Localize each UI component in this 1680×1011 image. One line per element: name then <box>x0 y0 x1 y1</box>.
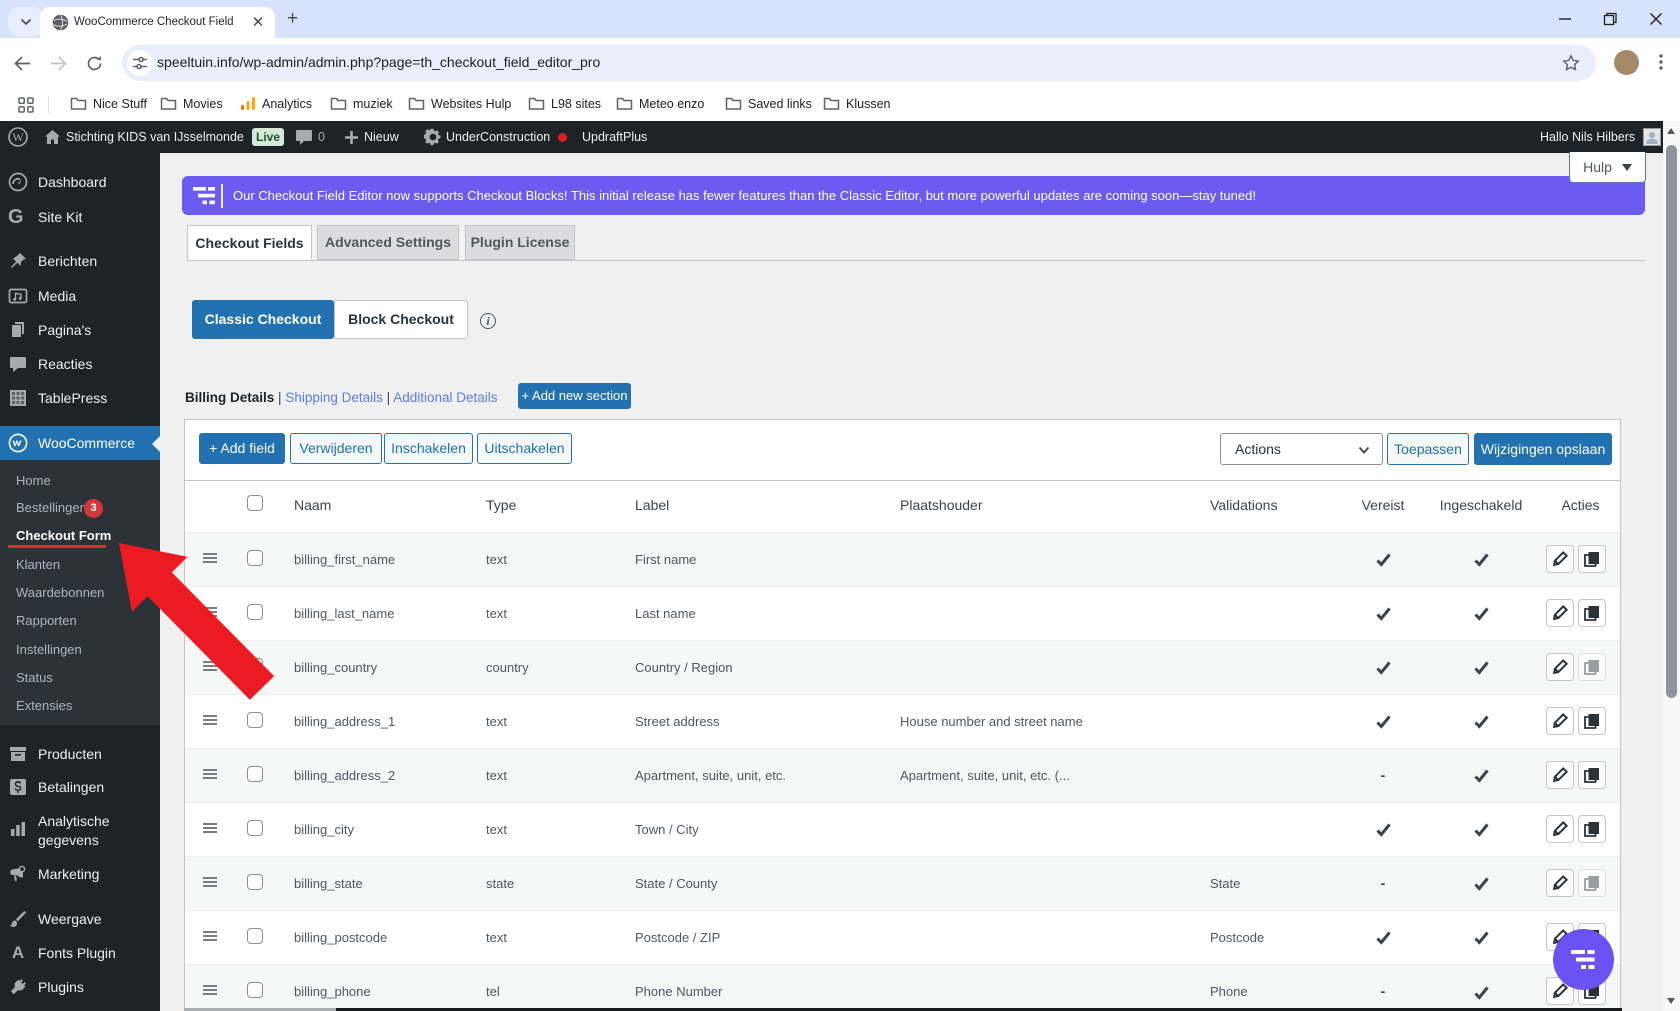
svg-text:W: W <box>12 130 24 144</box>
